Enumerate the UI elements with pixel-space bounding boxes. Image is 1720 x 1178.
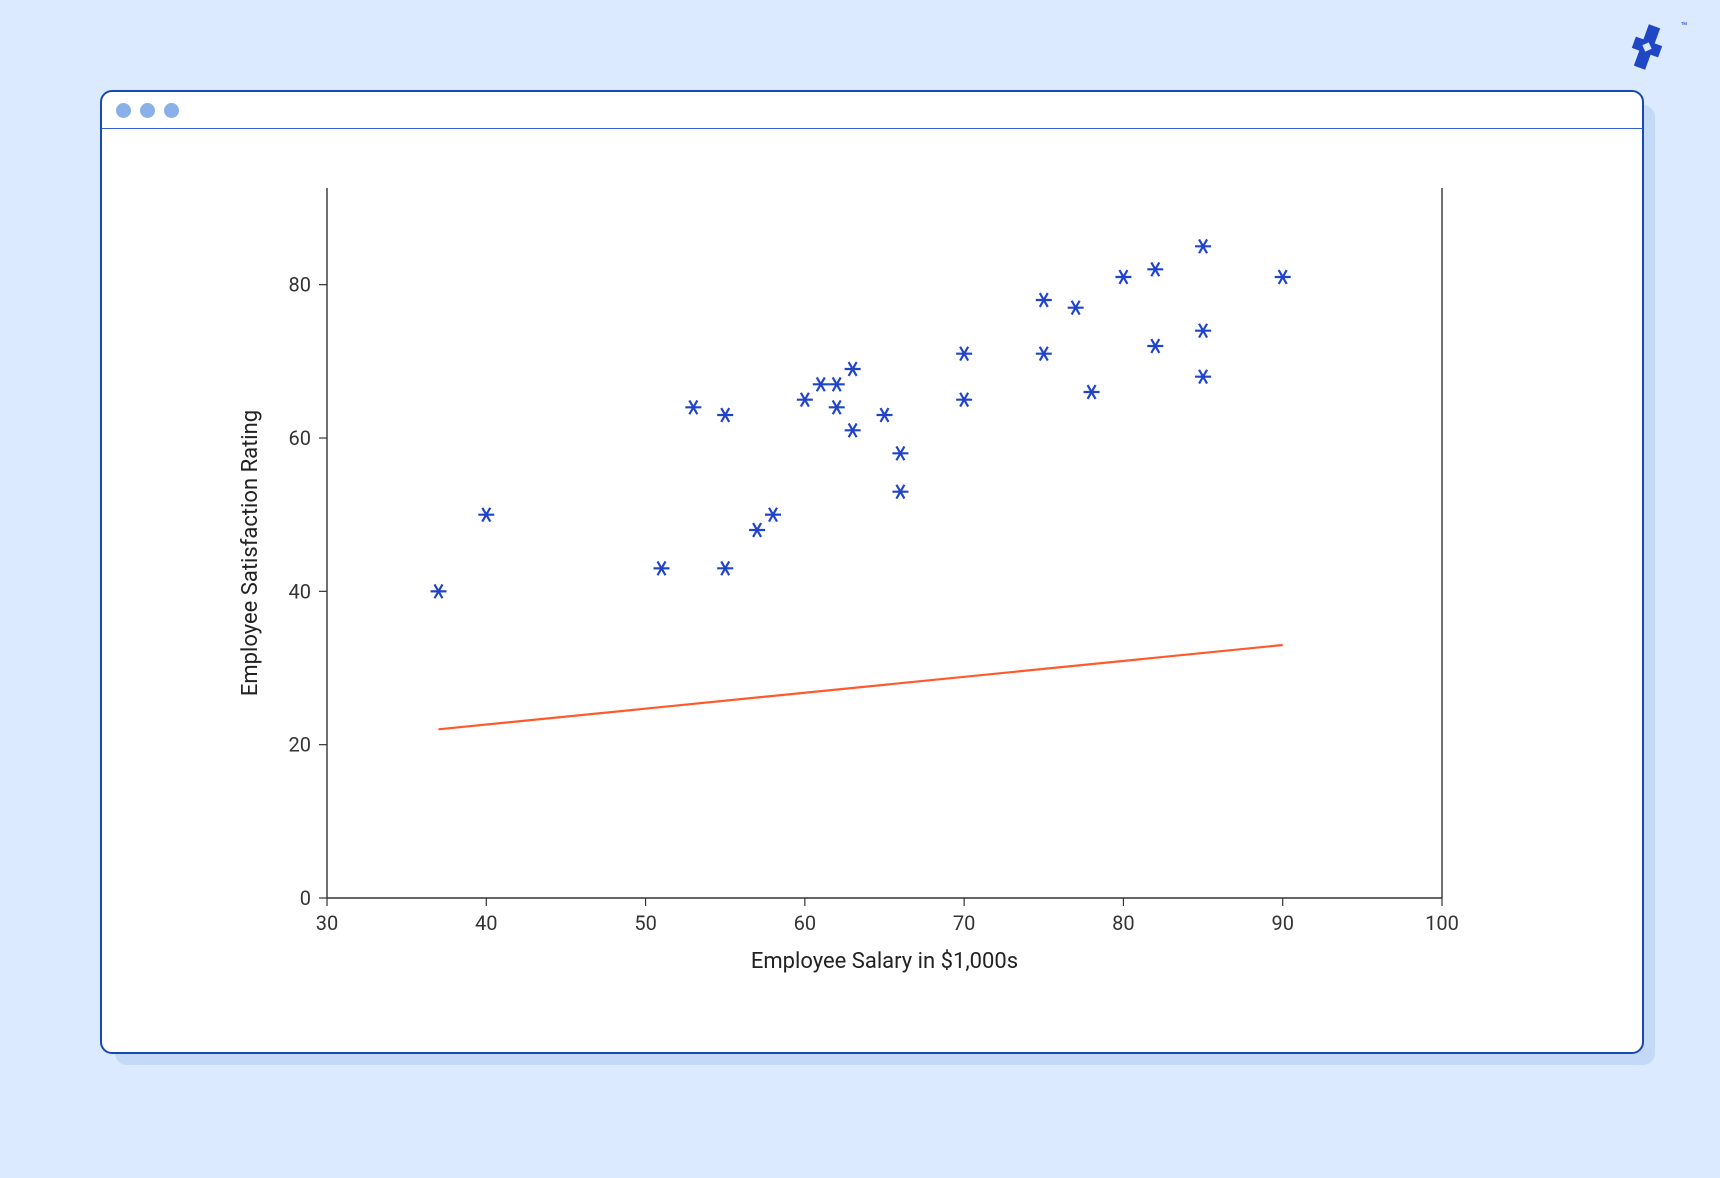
data-point — [829, 377, 845, 391]
data-point — [1195, 370, 1211, 384]
y-tick-label: 60 — [289, 426, 311, 450]
x-axis-label: Employee Salary in $1,000s — [751, 949, 1018, 974]
data-point — [829, 400, 845, 414]
data-point — [654, 561, 670, 575]
data-point — [1036, 293, 1052, 307]
data-point — [1195, 239, 1211, 253]
traffic-light-icon — [164, 103, 179, 118]
data-point — [765, 508, 781, 522]
data-point — [685, 400, 701, 414]
data-point — [1036, 347, 1052, 361]
data-point — [1275, 270, 1291, 284]
x-tick-label: 80 — [1112, 911, 1134, 935]
data-point — [431, 584, 447, 598]
data-point — [877, 408, 893, 422]
x-tick-label: 70 — [953, 911, 975, 935]
data-point — [749, 523, 765, 537]
y-axis-label: Employee Satisfaction Rating — [238, 410, 263, 696]
trademark-symbol: ™ — [1681, 20, 1688, 33]
y-tick-label: 20 — [289, 733, 311, 757]
traffic-light-icon — [116, 103, 131, 118]
data-point — [1068, 301, 1084, 315]
x-tick-label: 30 — [316, 911, 338, 935]
data-point — [717, 408, 733, 422]
x-tick-label: 100 — [1425, 911, 1459, 935]
x-tick-label: 90 — [1271, 911, 1293, 935]
window-titlebar — [102, 92, 1642, 129]
y-tick-label: 80 — [289, 273, 311, 297]
data-point — [717, 561, 733, 575]
data-point — [1084, 385, 1100, 399]
data-point — [813, 377, 829, 391]
y-tick-label: 0 — [300, 886, 311, 910]
data-point — [892, 485, 908, 499]
data-point — [478, 508, 494, 522]
x-tick-label: 60 — [794, 911, 816, 935]
data-point — [1115, 270, 1131, 284]
data-point — [956, 347, 972, 361]
chart-area: 30 40 50 60 70 80 90 100 0 20 40 60 80 Employee Salar… — [102, 128, 1642, 1052]
page-root: ™ 30 40 50 60 70 80 90 100 0 20 40 60 80 Employee Sal… — [0, 0, 1720, 1178]
data-point — [892, 446, 908, 460]
window-card: 30 40 50 60 70 80 90 100 0 20 40 60 80 Employee Salar… — [100, 90, 1644, 1054]
data-point — [845, 423, 861, 437]
y-tick-label: 40 — [289, 579, 311, 603]
data-point — [797, 393, 813, 407]
data-point — [1195, 324, 1211, 338]
data-point — [1147, 339, 1163, 353]
traffic-light-icon — [140, 103, 155, 118]
brand-logo-icon — [1622, 22, 1672, 72]
x-tick-label: 50 — [634, 911, 656, 935]
data-point — [1147, 262, 1163, 276]
trend-line — [439, 645, 1283, 729]
data-point — [845, 362, 861, 376]
scatter-chart: 30 40 50 60 70 80 90 100 0 20 40 60 80 Employee Salar… — [102, 128, 1642, 1052]
x-tick-label: 40 — [475, 911, 497, 935]
data-point — [956, 393, 972, 407]
